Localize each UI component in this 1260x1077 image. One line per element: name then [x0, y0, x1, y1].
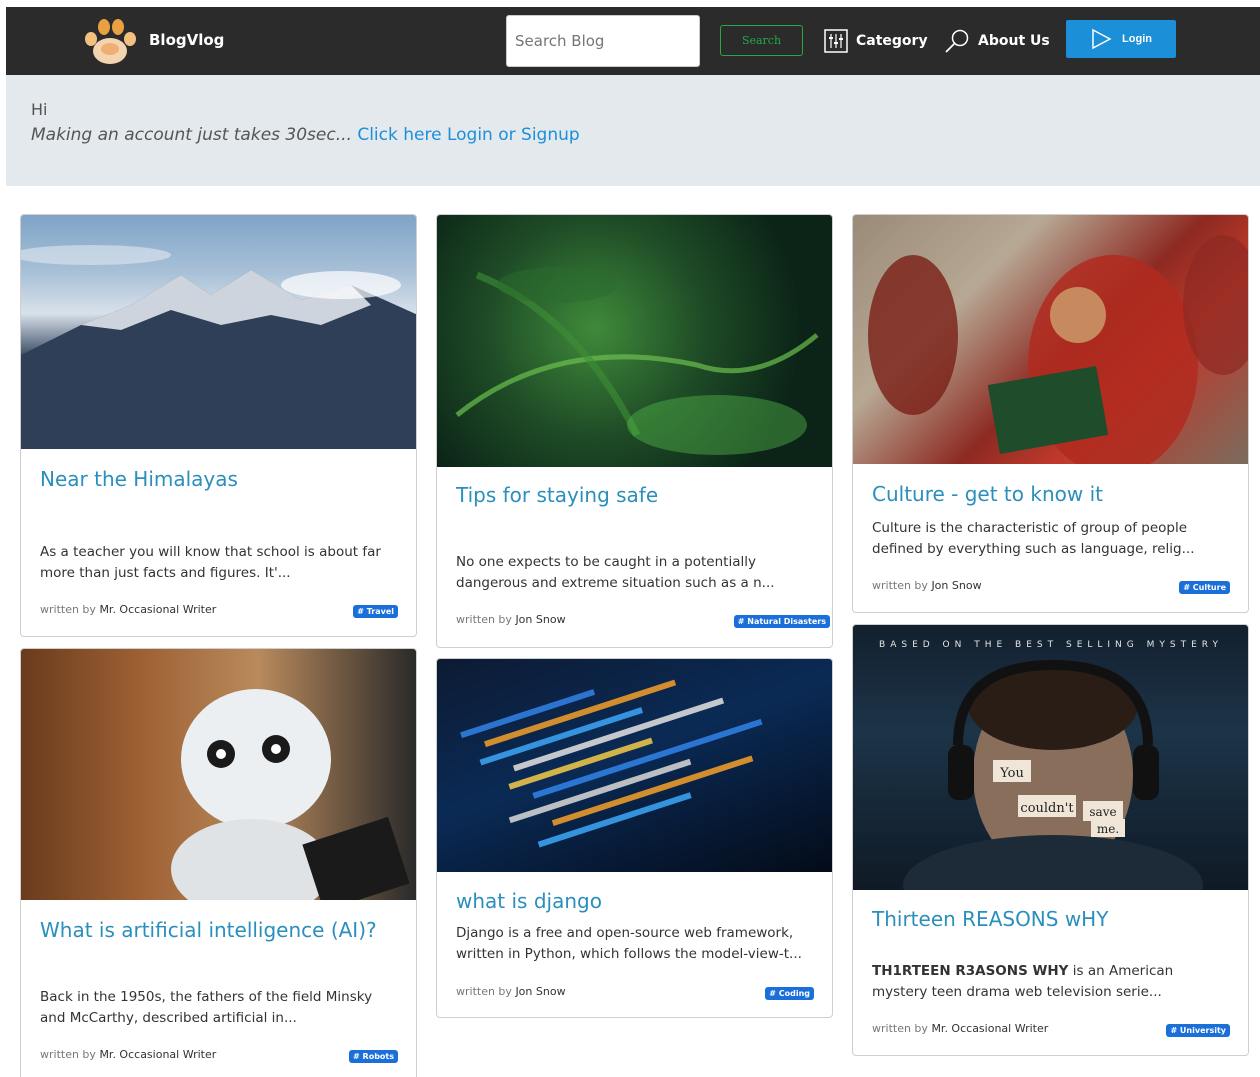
post-author[interactable]: Jon Snow [515, 985, 565, 998]
monk-image [868, 235, 1248, 475]
post-image-fern[interactable] [437, 215, 832, 467]
byline-prefix: written by [40, 603, 96, 616]
nav-about-label: About Us [978, 33, 1050, 49]
post-byline: written by Mr. Occasional Writer [40, 603, 216, 616]
search-icon [945, 29, 969, 53]
brand-name[interactable]: BlogVlog [149, 31, 224, 49]
post-card[interactable]: What is artificial intelligence (AI)? Ba… [20, 648, 417, 1077]
post-card[interactable]: BASED ON THE BEST SELLING MYSTERY You co… [852, 624, 1249, 1056]
post-excerpt: TH1RTEEN R3ASONS WHY is an American myst… [872, 961, 1222, 1003]
login-button[interactable]: Login [1066, 20, 1176, 58]
byline-prefix: written by [456, 985, 512, 998]
post-image-mountains[interactable] [21, 215, 416, 449]
post-excerpt: Culture is the characteristic of group o… [872, 520, 1195, 557]
post-tag[interactable]: # Natural Disasters [733, 615, 830, 628]
post-excerpt-bold: TH1RTEEN R3ASONS WHY [872, 963, 1069, 979]
post-image-code[interactable] [437, 659, 832, 872]
post-excerpt: Django is a free and open-source web fra… [456, 925, 802, 962]
post-byline: written by Jon Snow [456, 613, 566, 626]
signup-link[interactable]: Click here Login or Signup [357, 125, 579, 145]
navbar: BlogVlog Search Category About Us Login [6, 7, 1260, 75]
login-label: Login [1122, 33, 1152, 45]
post-tag[interactable]: # Travel [353, 605, 398, 618]
poster-note: me. [1097, 822, 1119, 836]
post-card[interactable]: what is django Django is a free and open… [436, 658, 833, 1018]
post-tag[interactable]: # Coding [765, 987, 814, 1000]
post-image-robot[interactable] [21, 649, 416, 919]
post-card[interactable]: Near the Himalayas As a teacher you will… [20, 214, 417, 637]
post-excerpt: As a teacher you will know that school i… [40, 544, 381, 581]
post-title[interactable]: What is artificial intelligence (AI)? [40, 918, 377, 942]
post-author[interactable]: Jon Snow [931, 579, 981, 592]
poster-note: save [1089, 805, 1116, 819]
post-tag[interactable]: # University [1166, 1024, 1230, 1037]
post-title[interactable]: Tips for staying safe [456, 483, 658, 507]
post-byline: written by Mr. Occasional Writer [40, 1048, 216, 1061]
sliders-icon [824, 29, 848, 53]
post-title[interactable]: Near the Himalayas [40, 467, 238, 491]
post-title[interactable]: what is django [456, 889, 602, 913]
greeting: Hi [31, 100, 48, 119]
post-author[interactable]: Jon Snow [515, 613, 565, 626]
fern-image [455, 267, 819, 455]
poster-image: BASED ON THE BEST SELLING MYSTERY You co… [879, 640, 1223, 935]
byline-prefix: written by [872, 579, 928, 592]
byline-prefix: written by [456, 613, 512, 626]
post-tag[interactable]: # Culture [1179, 581, 1230, 594]
post-title[interactable]: Thirteen REASONS wHY [872, 907, 1108, 931]
welcome-banner: Hi Making an account just takes 30sec...… [6, 75, 1260, 186]
post-excerpt: No one expects to be caught in a potenti… [456, 554, 775, 591]
post-image-poster[interactable]: BASED ON THE BEST SELLING MYSTERY You co… [853, 625, 1248, 935]
code-image [460, 679, 763, 848]
byline-prefix: written by [872, 1022, 928, 1035]
search-button[interactable]: Search [720, 25, 803, 56]
post-card[interactable]: Tips for staying safe No one expects to … [436, 214, 833, 648]
post-author[interactable]: Mr. Occasional Writer [99, 603, 216, 616]
search-input[interactable] [506, 15, 700, 67]
post-author[interactable]: Mr. Occasional Writer [931, 1022, 1048, 1035]
nav-category[interactable]: Category [824, 26, 928, 56]
paw-logo-icon[interactable] [82, 15, 138, 67]
signup-prompt: Making an account just takes 30sec... Cl… [31, 125, 580, 145]
poster-tagline: BASED ON THE BEST SELLING MYSTERY [879, 640, 1223, 650]
post-tag[interactable]: # Robots [349, 1050, 398, 1063]
post-image-monk-reading[interactable] [853, 215, 1248, 475]
mountain-image [21, 245, 416, 449]
nav-about[interactable]: About Us [944, 26, 1050, 56]
byline-prefix: written by [40, 1048, 96, 1061]
nav-category-label: Category [856, 33, 928, 49]
post-title[interactable]: Culture - get to know it [872, 482, 1103, 506]
post-byline: written by Mr. Occasional Writer [872, 1022, 1048, 1035]
signup-prompt-text: Making an account just takes 30sec... [31, 125, 352, 145]
robot-image [171, 689, 410, 919]
post-byline: written by Jon Snow [872, 579, 982, 592]
post-byline: written by Jon Snow [456, 985, 566, 998]
post-author[interactable]: Mr. Occasional Writer [99, 1048, 216, 1061]
poster-note: You [999, 766, 1024, 781]
play-icon [1092, 28, 1112, 50]
poster-note: couldn't [1020, 801, 1074, 816]
post-card[interactable]: Culture - get to know it Culture is the … [852, 214, 1249, 613]
post-excerpt: Back in the 1950s, the fathers of the fi… [40, 989, 373, 1026]
